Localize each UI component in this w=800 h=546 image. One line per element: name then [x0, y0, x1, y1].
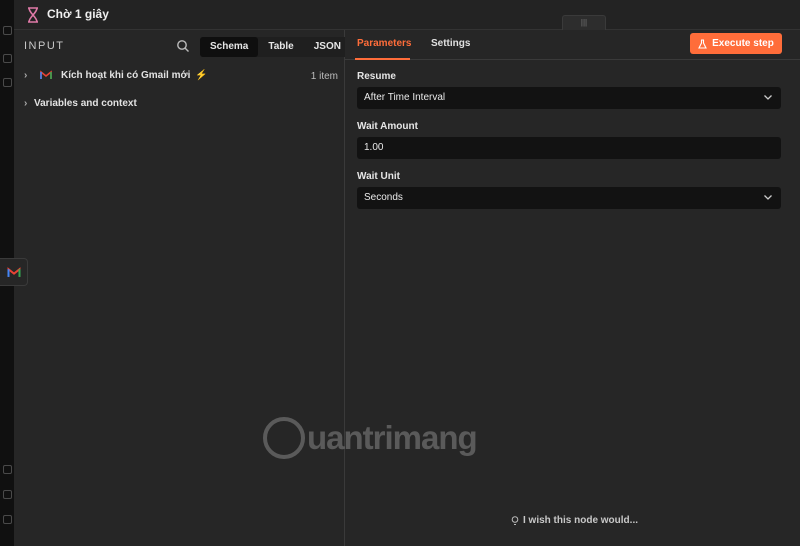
bolt-icon: ⚡ — [195, 69, 208, 81]
watermark-text: uantrimang — [307, 419, 478, 456]
chart-icon[interactable] — [3, 490, 12, 499]
resume-select[interactable]: After Time Interval — [357, 87, 781, 109]
node-title-bar: Chờ 1 giây ||| — [14, 0, 800, 30]
active-tab-indicator — [355, 58, 410, 60]
drag-handle-icon[interactable]: ||| — [562, 15, 606, 30]
tab-schema[interactable]: Schema — [200, 37, 259, 57]
input-heading: INPUT — [24, 40, 65, 52]
help-icon[interactable] — [3, 515, 12, 524]
item-count: 1 item — [310, 71, 338, 82]
trigger-node-row[interactable]: › Kích hoạt khi có Gmail mới ⚡ — [24, 67, 208, 83]
tab-table[interactable]: Table — [258, 37, 303, 57]
trigger-node-label: Kích hoạt khi có Gmail mới — [61, 69, 191, 81]
watermark-logo-icon — [263, 417, 305, 459]
parameter-tabs: Parameters Settings Execute step — [345, 30, 800, 60]
input-panel: INPUT Schema Table JSON › Kích hoạt khi … — [14, 30, 351, 546]
tab-settings[interactable]: Settings — [431, 38, 470, 49]
wait-unit-select[interactable]: Seconds — [357, 187, 781, 209]
chevron-right-icon[interactable]: › — [24, 98, 34, 109]
execute-step-button[interactable]: Execute step — [690, 33, 782, 54]
lightbulb-icon — [511, 515, 519, 525]
chevron-down-icon — [764, 95, 772, 100]
variables-row[interactable]: › Variables and context — [24, 95, 137, 111]
watermark: uantrimang — [263, 417, 478, 459]
view-mode-tabs: Schema Table JSON — [200, 37, 351, 57]
resume-value: After Time Interval — [364, 92, 446, 103]
flask-icon — [698, 38, 708, 49]
gmail-icon — [7, 266, 20, 277]
settings-icon[interactable] — [3, 465, 12, 474]
user-icon[interactable] — [3, 54, 12, 63]
node-feedback-link[interactable]: I wish this node would... — [511, 515, 638, 526]
chevron-right-icon[interactable]: › — [24, 70, 34, 81]
resume-label: Resume — [357, 71, 396, 82]
search-icon[interactable] — [176, 39, 190, 53]
wait-unit-value: Seconds — [364, 192, 403, 203]
tab-parameters[interactable]: Parameters — [357, 38, 411, 49]
node-title[interactable]: Chờ 1 giây — [47, 7, 109, 21]
gmail-icon — [40, 70, 52, 79]
wait-amount-value: 1.00 — [364, 142, 384, 153]
tab-json[interactable]: JSON — [304, 37, 351, 57]
chevron-down-icon — [764, 195, 772, 200]
hourglass-icon — [28, 7, 38, 23]
wait-unit-label: Wait Unit — [357, 171, 400, 182]
home-icon[interactable] — [3, 26, 12, 35]
gmail-node-tab[interactable] — [0, 258, 28, 286]
node-feedback-text: I wish this node would... — [523, 515, 638, 526]
variables-label: Variables and context — [34, 97, 137, 109]
chat-icon[interactable] — [3, 78, 12, 87]
parameters-panel: Parameters Settings Execute step Resume … — [345, 30, 800, 546]
execute-step-label: Execute step — [712, 38, 774, 49]
wait-amount-label: Wait Amount — [357, 121, 418, 132]
wait-amount-input[interactable]: 1.00 — [357, 137, 781, 159]
